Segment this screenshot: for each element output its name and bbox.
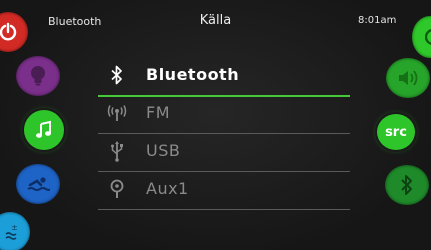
swim-button[interactable] — [16, 164, 60, 204]
temperature-button[interactable]: ± — [0, 212, 30, 250]
music-note-icon — [34, 120, 54, 140]
aux-input-icon — [106, 179, 128, 199]
source-button[interactable]: src — [377, 114, 415, 150]
lightbulb-icon — [29, 65, 47, 87]
bluetooth-icon — [400, 174, 414, 196]
bluetooth-icon — [106, 65, 128, 85]
usb-icon — [106, 141, 128, 162]
control-panel-screen: Bluetooth Källa 8:01am ± src Bluetooth F… — [0, 0, 431, 250]
source-item-label: FM — [146, 103, 171, 122]
power-icon — [0, 22, 18, 42]
light-button[interactable] — [16, 56, 60, 96]
source-item-fm[interactable]: FM — [98, 95, 350, 133]
water-temperature-icon: ± — [0, 222, 20, 242]
radio-antenna-icon — [106, 103, 128, 123]
source-button-label: src — [385, 124, 407, 140]
source-item-label: USB — [146, 141, 181, 160]
source-menu: Bluetooth FM USB Aux1 — [98, 57, 350, 210]
source-item-usb[interactable]: USB — [98, 133, 350, 171]
swimmer-icon — [26, 175, 50, 193]
speaker-icon — [396, 68, 420, 88]
partial-icon — [425, 27, 431, 47]
audio-button[interactable] — [24, 110, 64, 150]
source-item-label: Bluetooth — [146, 65, 240, 84]
menu-separator — [98, 209, 350, 210]
bluetooth-button[interactable] — [385, 165, 429, 205]
source-item-label: Aux1 — [146, 179, 189, 198]
source-item-aux1[interactable]: Aux1 — [98, 171, 350, 209]
svg-text:±: ± — [11, 223, 18, 232]
volume-button[interactable] — [386, 58, 430, 98]
clock: 8:01am — [358, 15, 397, 26]
source-item-bluetooth[interactable]: Bluetooth — [98, 57, 350, 95]
header-bar: Bluetooth Källa 8:01am — [0, 0, 431, 40]
